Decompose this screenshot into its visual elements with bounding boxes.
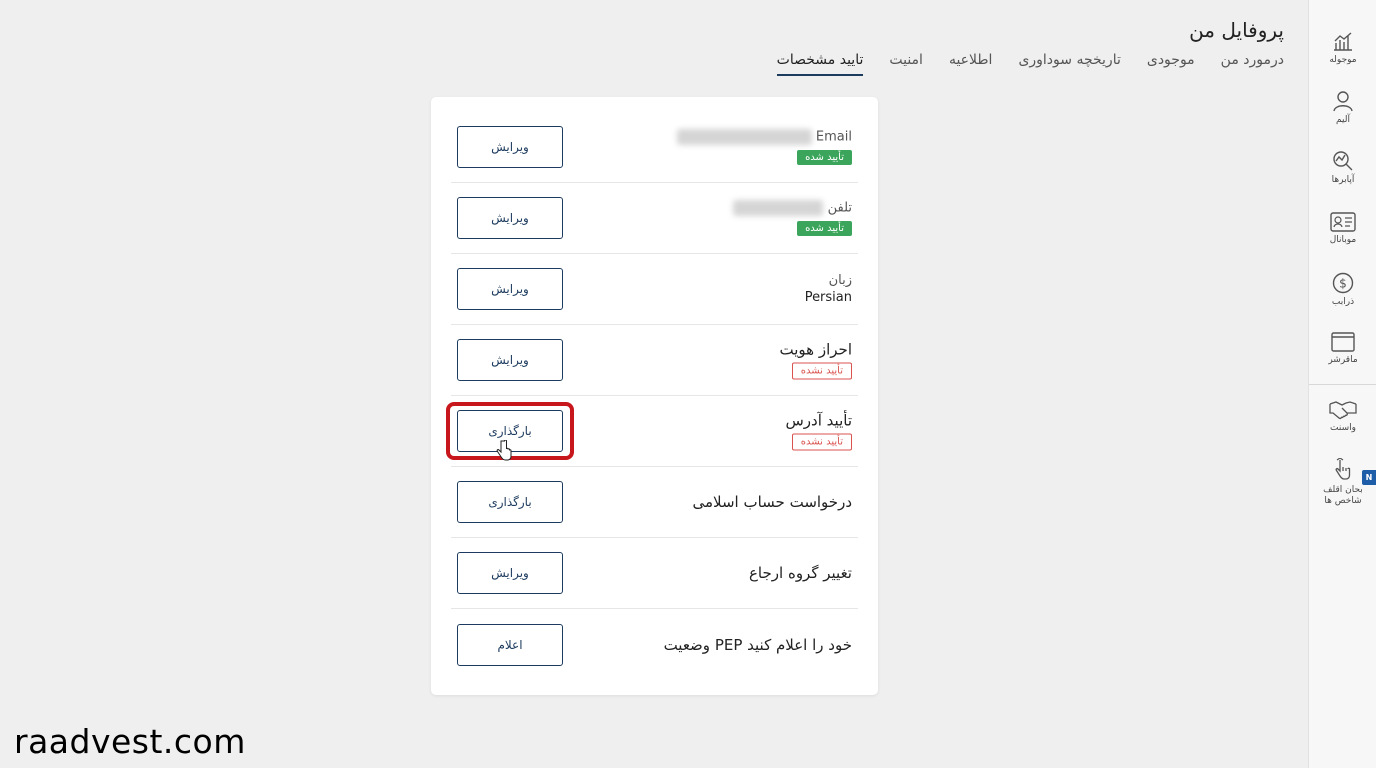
sidebar-item-5[interactable]: ماقرشر xyxy=(1309,332,1376,365)
phone-line: تلفن xyxy=(733,200,852,216)
masked-email xyxy=(676,129,812,145)
identity-row: ویرایش احراز هویت تأیید نشده xyxy=(451,325,858,396)
phone-verified-badge: تأیید شده xyxy=(797,221,852,236)
edit-identity-button[interactable]: ویرایش xyxy=(457,339,563,381)
referral-group-label: تغییر گروه ارجاع xyxy=(748,564,852,582)
identity-unverified-badge: تأیید نشده xyxy=(791,362,852,380)
chart-icon xyxy=(1309,30,1376,52)
sidebar-divider xyxy=(1309,384,1376,385)
edit-email-button[interactable]: ویرایش xyxy=(457,126,563,168)
identity-label-wrap: احراز هویت تأیید نشده xyxy=(780,341,852,380)
masked-phone xyxy=(733,200,824,216)
referral-group-row: ویرایش تغییر گروه ارجاع xyxy=(451,538,858,609)
verification-card: ویرایش Email تأیید شده ویرایش تلفن تأیید… xyxy=(431,97,878,695)
watermark: raadvest.com xyxy=(14,722,246,761)
language-row: ویرایش زبان Persian xyxy=(451,254,858,325)
window-icon xyxy=(1309,332,1376,352)
sidebar-item-6[interactable]: واسنت xyxy=(1309,398,1376,433)
sidebar-item-3[interactable]: موبانال xyxy=(1309,212,1376,245)
phone-label-wrap: تلفن تأیید شده xyxy=(733,200,852,236)
sidebar-item-label: آلیم xyxy=(1336,115,1350,125)
sidebar-item-4[interactable]: $ ذرابب xyxy=(1309,272,1376,307)
language-label-wrap: زبان Persian xyxy=(805,273,852,305)
handshake-icon xyxy=(1309,398,1376,420)
tab-profit-history[interactable]: تاریخچه سوداوری xyxy=(1018,52,1120,76)
page-title: پروفایل من xyxy=(1189,18,1284,42)
new-badge: N xyxy=(1362,470,1376,485)
islamic-account-label: درخواست حساب اسلامی xyxy=(692,493,852,511)
phone-row: ویرایش تلفن تأیید شده xyxy=(451,183,858,254)
sidebar-item-1[interactable]: آلیم xyxy=(1309,90,1376,125)
phone-label: تلفن xyxy=(827,200,852,216)
sidebar-item-label: موبانال xyxy=(1329,235,1357,245)
profile-tabs: درمورد من موجودی تاریخچه سوداوری اطلاعیه… xyxy=(776,52,1284,76)
sidebar-item-label: ذرابب xyxy=(1331,297,1355,307)
islamic-account-row: بارگذاری درخواست حساب اسلامی xyxy=(451,467,858,538)
tab-balance[interactable]: موجودی xyxy=(1147,52,1195,76)
referral-group-label-wrap: تغییر گروه ارجاع xyxy=(749,564,852,582)
id-card-icon xyxy=(1309,212,1376,232)
address-label-wrap: تأیید آدرس تأیید نشده xyxy=(785,411,853,451)
address-unverified-badge: تأیید نشده xyxy=(791,433,852,451)
address-label: تأیید آدرس xyxy=(785,411,853,430)
analytics-icon xyxy=(1309,150,1376,172)
edit-referral-group-button[interactable]: ویرایش xyxy=(457,552,563,594)
email-row: ویرایش Email تأیید شده xyxy=(451,112,858,183)
sidebar-item-label: ماقرشر xyxy=(1328,355,1358,365)
svg-text:$: $ xyxy=(1339,277,1347,291)
identity-label: احراز هویت xyxy=(779,340,852,359)
sidebar-item-2[interactable]: آپابرها xyxy=(1309,150,1376,185)
islamic-account-label-wrap: درخواست حساب اسلامی xyxy=(692,493,852,511)
user-icon xyxy=(1309,90,1376,112)
email-label-wrap: Email تأیید شده xyxy=(676,129,852,165)
language-label: زبان xyxy=(828,273,852,288)
pep-label-wrap: وضعیت PEP خود را اعلام کنید xyxy=(664,636,852,654)
language-value: Persian xyxy=(804,290,852,305)
tab-about-me[interactable]: درمورد من xyxy=(1221,52,1284,76)
dollar-icon: $ xyxy=(1309,272,1376,294)
email-line: Email xyxy=(676,129,852,145)
right-sidebar: موجوله آلیم آپابرها موبانال $ ذرابب ماقر… xyxy=(1308,0,1376,768)
tab-security[interactable]: امنیت xyxy=(889,52,923,76)
pep-row: اعلام وضعیت PEP خود را اعلام کنید xyxy=(451,609,858,680)
email-verified-badge: تأیید شده xyxy=(797,150,852,165)
upload-islamic-account-button[interactable]: بارگذاری xyxy=(457,481,563,523)
edit-phone-button[interactable]: ویرایش xyxy=(457,197,563,239)
sidebar-item-label: واسنت xyxy=(1330,423,1356,433)
sidebar-item-label: موجوله xyxy=(1329,55,1357,65)
declare-pep-button[interactable]: اعلام xyxy=(457,623,563,666)
hand-cursor-icon xyxy=(496,439,512,466)
tab-notifications[interactable]: اطلاعیه xyxy=(949,52,992,76)
tab-verification[interactable]: تایید مشخصات xyxy=(776,52,864,76)
sidebar-item-label: بحان اقلف شاخص ها xyxy=(1323,485,1363,506)
edit-language-button[interactable]: ویرایش xyxy=(457,268,563,310)
email-label: Email xyxy=(815,129,852,145)
pep-label: وضعیت PEP خود را اعلام کنید xyxy=(663,635,852,654)
sidebar-item-0[interactable]: موجوله xyxy=(1309,30,1376,65)
sidebar-item-label: آپابرها xyxy=(1331,175,1355,185)
